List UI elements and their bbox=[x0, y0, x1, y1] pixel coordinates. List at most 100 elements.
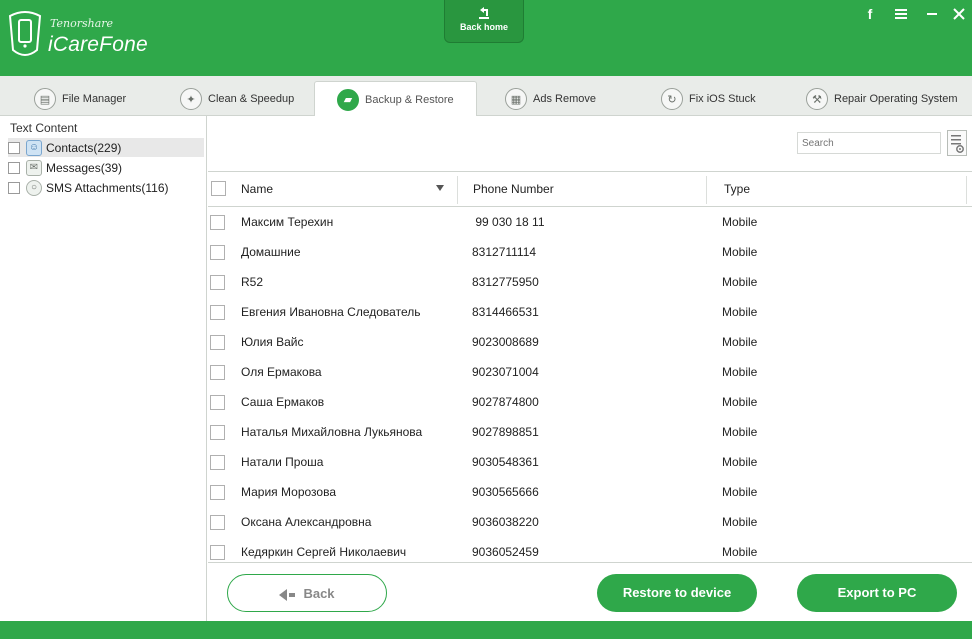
column-divider[interactable] bbox=[966, 176, 967, 204]
tab-clean-speedup[interactable]: ✦ Clean & Speedup bbox=[180, 82, 294, 116]
sort-down-icon[interactable] bbox=[436, 185, 444, 191]
row-checkbox[interactable] bbox=[210, 335, 225, 350]
column-header-type[interactable]: Type bbox=[724, 172, 750, 207]
back-button[interactable]: Back bbox=[227, 574, 387, 612]
column-header-name[interactable]: Name bbox=[241, 172, 273, 207]
tab-backup-restore[interactable]: ▰ Backup & Restore bbox=[314, 81, 477, 117]
sidebar-item-label: SMS Attachments(116) bbox=[46, 180, 169, 195]
settings-icon bbox=[951, 135, 964, 153]
tab-repair-operating-system[interactable]: ⚒ Repair Operating System bbox=[806, 82, 958, 116]
sidebar-item-messages[interactable]: ✉ Messages(39) bbox=[8, 158, 204, 177]
back-home-icon bbox=[479, 7, 489, 19]
app-header: Tenorshare iCareFone Back home f bbox=[0, 0, 972, 76]
contact-name: Оксана Александровна bbox=[241, 515, 372, 529]
back-home-label: Back home bbox=[459, 22, 509, 32]
row-checkbox[interactable] bbox=[210, 395, 225, 410]
wrench-icon: ⚒ bbox=[806, 88, 828, 110]
menu-icon[interactable] bbox=[892, 5, 910, 23]
select-all-checkbox[interactable] bbox=[211, 181, 226, 196]
table-row[interactable]: Мария Морозова 9030565666 Mobile bbox=[208, 477, 972, 507]
sidebar-title: Text Content bbox=[10, 121, 78, 135]
table-row[interactable]: Наталья Михайловна Лукьянова 9027898851 … bbox=[208, 417, 972, 447]
table-row[interactable]: Юлия Вайс 9023008689 Mobile bbox=[208, 327, 972, 357]
contact-type: Mobile bbox=[722, 365, 758, 379]
row-checkbox[interactable] bbox=[210, 365, 225, 380]
row-checkbox[interactable] bbox=[210, 275, 225, 290]
row-checkbox[interactable] bbox=[210, 215, 225, 230]
contact-type: Mobile bbox=[722, 245, 758, 259]
contact-phone: 8314466531 bbox=[472, 305, 539, 319]
back-home-button[interactable]: Back home bbox=[444, 0, 524, 43]
tab-file-manager[interactable]: ▤ File Manager bbox=[34, 82, 126, 116]
contact-phone: 9027874800 bbox=[472, 395, 539, 409]
status-bar bbox=[0, 621, 972, 639]
contact-phone: 9027898851 bbox=[472, 425, 539, 439]
tab-fix-ios-stuck[interactable]: ↻ Fix iOS Stuck bbox=[661, 82, 756, 116]
tab-ads-remove[interactable]: ▦ Ads Remove bbox=[505, 82, 596, 116]
row-checkbox[interactable] bbox=[210, 455, 225, 470]
tab-label: Backup & Restore bbox=[365, 93, 454, 106]
checkbox[interactable] bbox=[8, 181, 20, 194]
contact-name: Максим Терехин bbox=[241, 215, 334, 229]
table-row[interactable]: Домашние 8312711114 Mobile bbox=[208, 237, 972, 267]
contact-type: Mobile bbox=[722, 215, 758, 229]
table-row[interactable]: Евгения Ивановна Следователь 8314466531 … bbox=[208, 297, 972, 327]
clean-speedup-icon: ✦ bbox=[180, 88, 202, 110]
sidebar-item-label: Messages(39) bbox=[46, 160, 123, 175]
table-row[interactable]: Оксана Александровна 9036038220 Mobile bbox=[208, 507, 972, 537]
sidebar-item-sms-attachments[interactable]: ○ SMS Attachments(116) bbox=[8, 178, 204, 197]
row-checkbox[interactable] bbox=[210, 425, 225, 440]
contact-type: Mobile bbox=[722, 515, 758, 529]
sidebar-item-label: Contacts(229) bbox=[46, 140, 122, 155]
table-row[interactable]: Натали Проша 9030548361 Mobile bbox=[208, 447, 972, 477]
minimize-icon[interactable] bbox=[923, 5, 941, 23]
table-row[interactable]: R52 8312775950 Mobile bbox=[208, 267, 972, 297]
row-checkbox[interactable] bbox=[210, 485, 225, 500]
sidebar-item-contacts[interactable]: ☺ Contacts(229) bbox=[8, 138, 204, 157]
folder-icon: ▰ bbox=[337, 88, 359, 111]
close-icon[interactable] bbox=[950, 5, 968, 23]
table-row[interactable]: Оля Ермакова 9023071004 Mobile bbox=[208, 357, 972, 387]
contacts-table-body: Максим Терехин 99 030 18 11 Mobile Домаш… bbox=[208, 207, 972, 562]
contact-name: Юлия Вайс bbox=[241, 335, 304, 349]
tab-label: File Manager bbox=[62, 93, 127, 105]
column-divider[interactable] bbox=[706, 176, 707, 204]
restore-to-device-button[interactable]: Restore to device bbox=[597, 574, 757, 612]
table-row[interactable]: Кедяркин Сергей Николаевич 9036052459 Mo… bbox=[208, 537, 972, 562]
contacts-icon: ☺ bbox=[26, 139, 42, 156]
file-manager-icon: ▤ bbox=[34, 88, 56, 110]
contact-phone: 8312775950 bbox=[472, 275, 539, 289]
checkbox[interactable] bbox=[8, 161, 20, 174]
back-button-label: Back bbox=[303, 586, 335, 601]
tab-label: Repair Operating System bbox=[834, 93, 958, 105]
column-settings-button[interactable] bbox=[947, 130, 967, 156]
refresh-icon: ↻ bbox=[661, 88, 683, 110]
column-divider[interactable] bbox=[457, 176, 458, 204]
column-header-phone[interactable]: Phone Number bbox=[473, 172, 554, 207]
search-input[interactable] bbox=[797, 132, 941, 154]
tab-label: Fix iOS Stuck bbox=[689, 93, 756, 105]
contact-name: Саша Ермаков bbox=[241, 395, 325, 409]
table-row[interactable]: Саша Ермаков 9027874800 Mobile bbox=[208, 387, 972, 417]
contact-name: Натали Проша bbox=[241, 455, 324, 469]
export-to-pc-button[interactable]: Export to PC bbox=[797, 574, 957, 612]
checkbox[interactable] bbox=[8, 141, 20, 154]
table-row[interactable]: Максим Терехин 99 030 18 11 Mobile bbox=[208, 207, 972, 237]
table-header: Name Phone Number Type bbox=[208, 171, 972, 207]
row-checkbox[interactable] bbox=[210, 305, 225, 320]
row-checkbox[interactable] bbox=[210, 545, 225, 560]
contact-phone: 9036038220 bbox=[472, 515, 539, 529]
contact-type: Mobile bbox=[722, 485, 758, 499]
messages-icon: ✉ bbox=[26, 159, 42, 176]
category-sidebar: Text Content ☺ Contacts(229) ✉ Messages(… bbox=[0, 116, 207, 621]
contact-phone: 9023071004 bbox=[472, 365, 539, 379]
contact-type: Mobile bbox=[722, 455, 758, 469]
contact-name: Мария Морозова bbox=[241, 485, 336, 499]
row-checkbox[interactable] bbox=[210, 515, 225, 530]
contact-name: Кедяркин Сергей Николаевич bbox=[241, 545, 407, 559]
contact-type: Mobile bbox=[722, 545, 758, 559]
feature-tabbar: ▤ File Manager ✦ Clean & Speedup ▰ Backu… bbox=[0, 76, 972, 117]
row-checkbox[interactable] bbox=[210, 245, 225, 260]
contact-name: Оля Ермакова bbox=[241, 365, 322, 379]
facebook-icon[interactable]: f bbox=[861, 5, 879, 23]
